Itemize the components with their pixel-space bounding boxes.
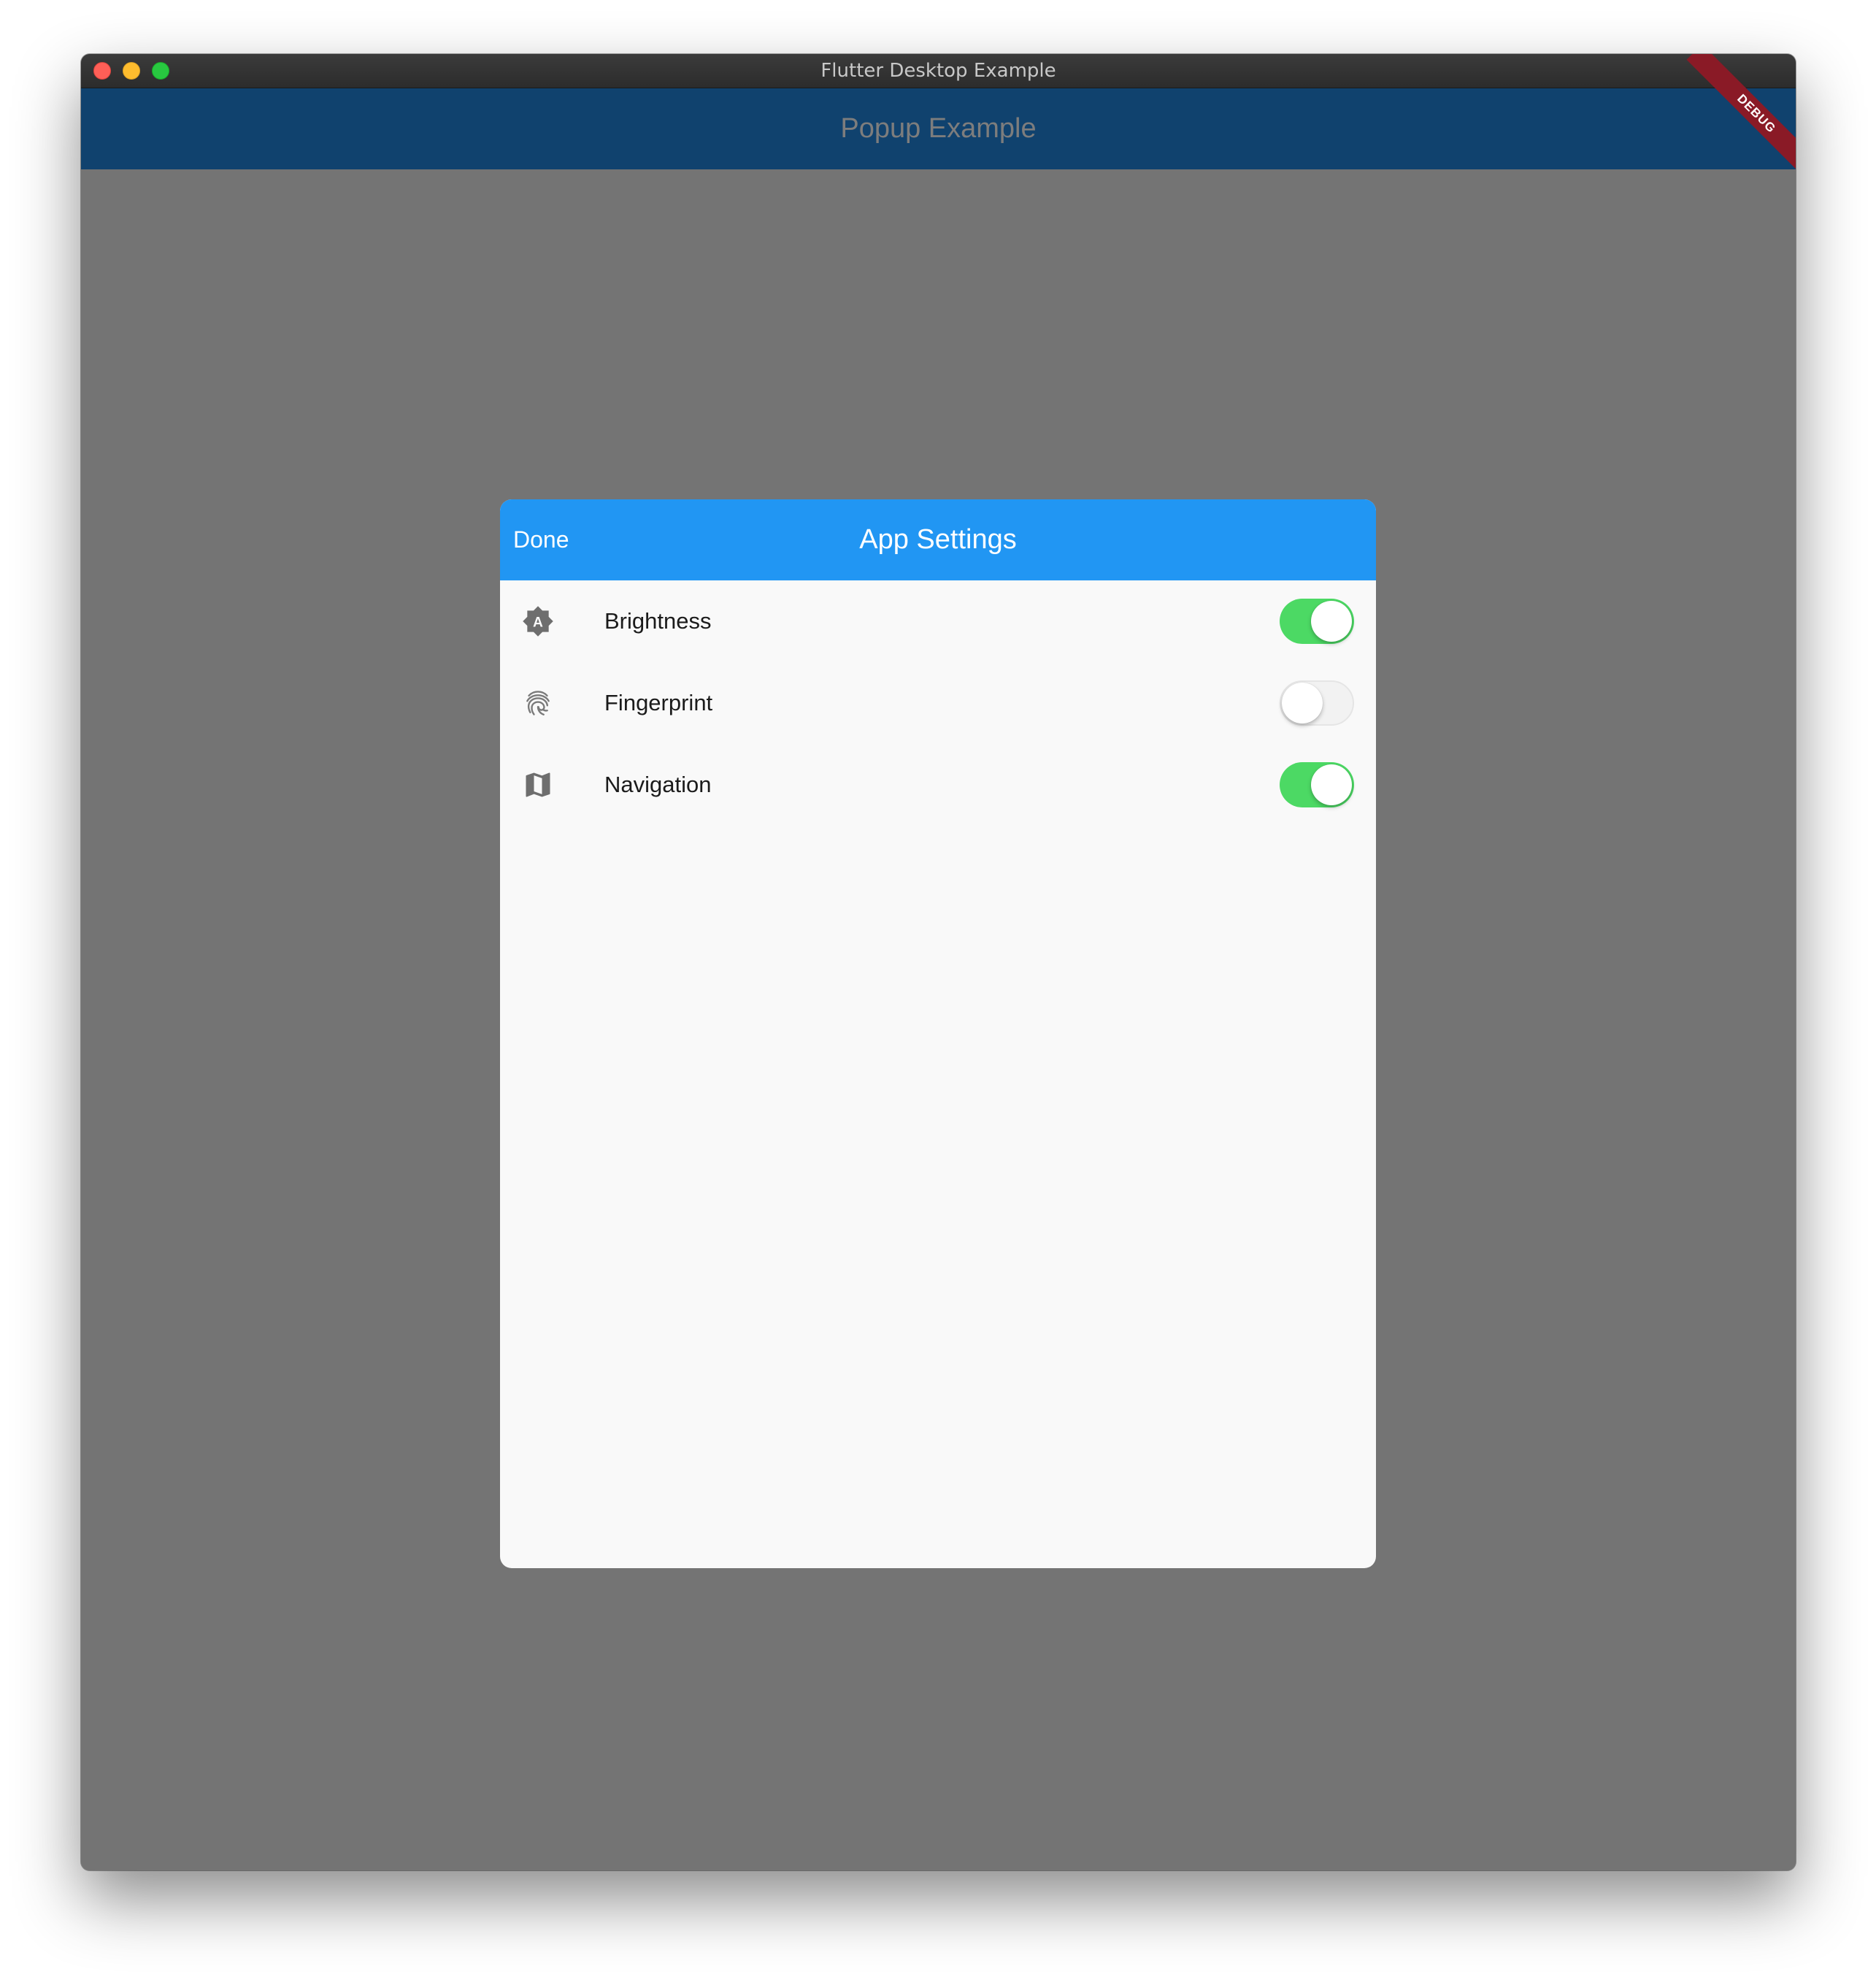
svg-text:A: A: [533, 615, 543, 631]
app-window: Flutter Desktop Example Popup Example DE…: [81, 54, 1796, 1870]
settings-item-label: Brightness: [604, 608, 712, 634]
navigation-toggle[interactable]: [1280, 762, 1354, 807]
fingerprint-toggle[interactable]: [1280, 680, 1354, 726]
settings-list: A Brightness Fingerprint Navigation: [500, 580, 1376, 826]
app-bar-title: Popup Example: [840, 113, 1037, 144]
dialog-title: App Settings: [859, 524, 1017, 555]
toggle-knob: [1282, 683, 1323, 723]
brightness-toggle[interactable]: [1280, 599, 1354, 644]
dialog-header: Done App Settings: [500, 499, 1376, 580]
brightness-auto-icon: A: [522, 605, 554, 637]
toggle-knob: [1311, 764, 1352, 805]
app-bar: Popup Example DEBUG: [81, 54, 1796, 184]
map-icon: [522, 769, 554, 801]
fingerprint-icon: [522, 687, 554, 719]
settings-item-label: Navigation: [604, 772, 712, 797]
settings-item-fingerprint[interactable]: Fingerprint: [500, 662, 1376, 744]
window-title: Flutter Desktop Example: [820, 60, 1056, 82]
window-titlebar[interactable]: Flutter Desktop Example: [81, 54, 1796, 88]
toggle-knob: [1311, 601, 1352, 642]
settings-item-label: Fingerprint: [604, 690, 713, 715]
settings-item-navigation[interactable]: Navigation: [500, 744, 1376, 826]
modal-scrim[interactable]: Done App Settings A Brightness Fingerpri…: [81, 169, 1796, 1870]
settings-dialog: Done App Settings A Brightness Fingerpri…: [500, 499, 1376, 1568]
settings-item-brightness[interactable]: A Brightness: [500, 580, 1376, 662]
